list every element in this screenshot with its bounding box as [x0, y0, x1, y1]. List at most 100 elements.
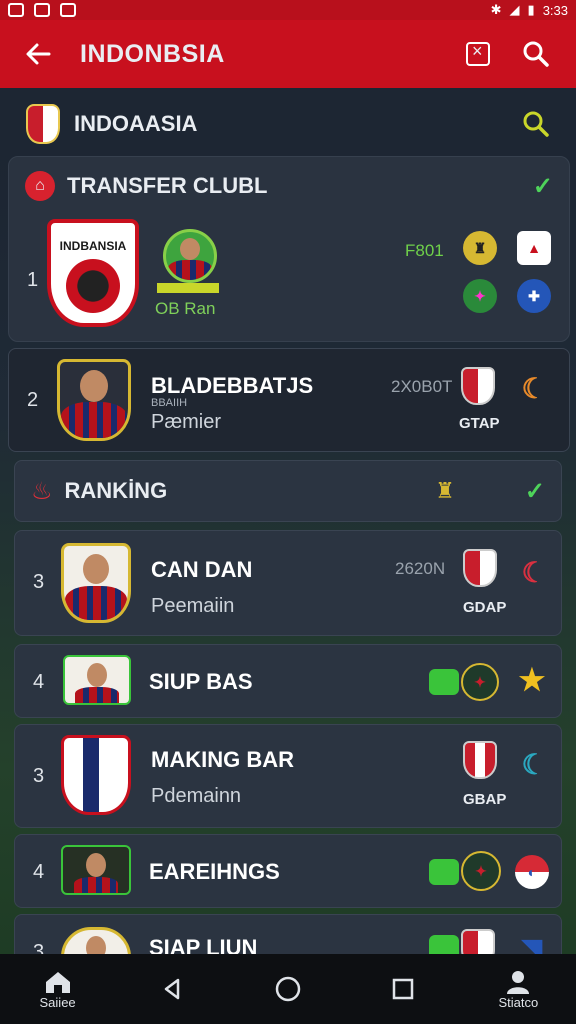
rank-number: 3 — [33, 941, 45, 954]
nav-back[interactable] — [133, 976, 213, 1002]
nav-home[interactable]: Saiiee — [18, 969, 98, 1010]
status-toggle-icon[interactable] — [429, 859, 459, 885]
ranking-section-header[interactable]: ♨ RANKİNG ♜ ✓ — [14, 460, 562, 522]
player-small-label: BBAIIH — [151, 397, 188, 409]
player-position: Peemaiin — [151, 595, 235, 617]
player-face — [86, 936, 106, 954]
bluetooth-icon: ✱ — [490, 2, 502, 17]
player-avatar — [61, 927, 131, 954]
app-bar: INDONBSIA — [0, 20, 576, 88]
club-badge-icon: ◥ — [522, 932, 542, 955]
player-shirt — [65, 586, 127, 620]
club-shield-icon — [463, 549, 497, 587]
status-toggle-icon[interactable] — [429, 935, 459, 954]
nav-home-circle[interactable] — [248, 975, 328, 1003]
club-badge-icon: ✦ — [461, 851, 501, 891]
ranking-section-title: RANKİNG — [64, 478, 168, 503]
main-content: INDOAASIA ⌂ TRANSFER CLUBL ✓ 1 INDBANSIA… — [0, 88, 576, 954]
player-face — [180, 238, 200, 260]
player-row[interactable]: 3 MAKING BAR Pdemainn GBAP ☾ — [14, 724, 562, 828]
flame-icon: ♨ — [31, 477, 53, 505]
search-icon — [523, 41, 549, 67]
transfer-points: F801 — [405, 241, 444, 260]
player-avatar — [57, 359, 131, 441]
status-bar: ✱ ◢ ▮ 3:33 — [0, 0, 576, 20]
player-row[interactable]: 4 SIUP BAS ✦ ★ — [14, 644, 562, 718]
transfer-section: ⌂ TRANSFER CLUBL ✓ 1 INDBANSIA OB Ran F8… — [8, 156, 570, 342]
player-shirt — [75, 687, 119, 703]
star-icon[interactable]: ★ — [515, 663, 549, 697]
player-face — [80, 370, 108, 402]
status-toggle-icon[interactable] — [429, 669, 459, 695]
panther-icon — [66, 259, 120, 313]
player-avatar — [61, 543, 131, 623]
player-face — [83, 554, 109, 584]
check-icon: ✓ — [532, 172, 553, 200]
team-crest-icon — [26, 104, 60, 144]
player-position: Pæmier — [151, 411, 222, 433]
nav-recents[interactable] — [363, 976, 443, 1002]
player-caption: OB Ran — [155, 299, 216, 318]
arrow-left-icon — [26, 43, 51, 65]
player-position: Pdemainn — [151, 785, 242, 807]
check-icon: ✓ — [524, 477, 545, 505]
player-face — [87, 663, 107, 687]
signal-icon: ◢ — [509, 2, 520, 17]
back-button[interactable] — [18, 34, 58, 74]
bottom-nav: Saiiee Stiatco — [0, 954, 576, 1024]
rank-number: 4 — [33, 861, 45, 883]
page-title: INDONBSIA — [80, 39, 225, 68]
moon-icon: ☾ — [521, 748, 547, 780]
club-crest — [61, 735, 131, 815]
club-shield-icon — [463, 741, 497, 779]
player-name: MAKING BAR — [151, 747, 294, 772]
team-name: INDOAASIA — [74, 111, 198, 136]
player-points: 2620N — [395, 559, 446, 578]
moon-icon: ☾ — [521, 372, 547, 404]
club-crest[interactable]: INDBANSIA — [47, 219, 139, 327]
club-badge-icon[interactable]: ▲ — [517, 231, 551, 265]
rank-number: 1 — [27, 269, 39, 291]
filter-icon — [466, 41, 490, 66]
rank-number: 2 — [27, 389, 39, 411]
transfer-section-title: TRANSFER CLUBL — [67, 173, 268, 198]
battery-icon: ▮ — [527, 2, 535, 17]
search-icon[interactable] — [522, 110, 550, 138]
triangle-back-icon — [164, 978, 180, 1000]
club-badge-icon: ✦ — [461, 663, 499, 701]
club-badge-icon[interactable]: ✚ — [517, 279, 551, 313]
transfer-section-header[interactable]: ⌂ TRANSFER CLUBL ✓ — [25, 171, 553, 201]
search-button[interactable] — [514, 32, 558, 76]
player-row[interactable]: 4 EAREIHNGS ✦ ◐ — [14, 834, 562, 908]
club-badge-icon[interactable]: ✦ — [463, 279, 497, 313]
home-icon — [45, 971, 70, 993]
player-avatar — [61, 845, 131, 895]
filter-button[interactable] — [456, 32, 500, 76]
player-name: BLADEBBATJS — [151, 373, 314, 398]
player-avatar[interactable] — [163, 229, 217, 283]
player-name: SIUP BAS — [149, 669, 253, 694]
gallery-icon — [60, 3, 76, 17]
user-icon — [507, 970, 530, 994]
player-row[interactable]: 3 SIAP LIUN ◥ — [14, 914, 562, 954]
player-row[interactable]: 3 CAN DAN Peemaiin 2620N GDAP ☾ — [14, 530, 562, 636]
player-name: CAN DAN — [151, 557, 253, 582]
player-points: 2X0B0T — [391, 377, 453, 396]
club-badge-icon[interactable]: ♜ — [463, 231, 497, 265]
trophy-icon: ♜ — [435, 478, 455, 503]
player-shirt — [61, 402, 127, 438]
club-label: GDAP — [463, 599, 507, 616]
moon-icon: ☾ — [521, 556, 547, 588]
player-name: EAREIHNGS — [149, 859, 280, 884]
rank-number: 4 — [33, 671, 45, 693]
team-header: INDOAASIA — [0, 88, 576, 160]
player-row[interactable]: 2 BLADEBBATJS BBAIIH Pæmier 2X0B0T GTAP … — [8, 348, 570, 452]
nav-home-label: Saiiee — [39, 994, 76, 1010]
notification-icon — [8, 3, 24, 17]
club-badge-icon: ◐ — [515, 855, 549, 889]
club-label: GTAP — [459, 415, 500, 432]
club-label: GBAP — [463, 791, 507, 808]
player-shirt — [74, 877, 118, 893]
nav-profile[interactable]: Stiatco — [478, 969, 558, 1010]
rank-number: 3 — [33, 765, 45, 787]
